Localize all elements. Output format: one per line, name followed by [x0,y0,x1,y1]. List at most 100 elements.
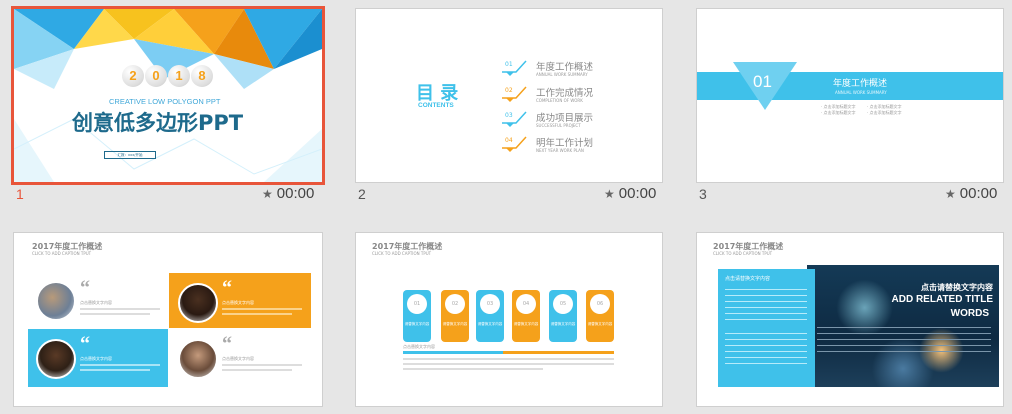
star-icon: ★ [604,187,615,201]
progress-line [403,351,503,354]
year-ball-1: 2 [122,65,144,87]
step-number: 05 [553,294,573,314]
testimonial-label: 点击替换文字内容 [80,300,112,305]
quote-icon: “ [222,277,232,299]
item-sublabel: COMPLETION OF WORK [536,98,583,103]
slide-number-1: 1 [16,186,24,202]
section-line: · 点击添加标题文字 [867,110,902,115]
slide-thumbnail-2[interactable]: 目 录 CONTENTS 01 年度工作概述 ANNUAL WORK SUMMA… [356,9,662,182]
step-card: 04 请替换文字内容 [512,290,540,342]
step-card: 02 请替换文字内容 [441,290,469,342]
slide6-subtitle: CLICK TO ADD CAPTION TPUT [713,251,773,256]
text-line [222,308,302,310]
text-line [80,313,150,315]
text-line [403,368,543,370]
slide-timing-2: ★ 00:00 [604,185,656,202]
text-line [817,339,991,341]
step-label: 请替换文字内容 [404,322,430,326]
step-number: 03 [480,294,500,314]
section-title: 年度工作概述 [833,79,888,89]
step-card: 03 请替换文字内容 [476,290,504,342]
text-line [725,339,807,341]
avatar [36,281,76,321]
year-ball-3: 1 [168,65,190,87]
item-number: 04 [505,137,513,144]
text-line [725,351,807,353]
step-label: 请替换文字内容 [587,322,613,326]
star-icon: ★ [262,187,273,201]
blue-textbox-title: 点击请替换文字内容 [725,276,771,282]
text-line [403,358,614,360]
low-polygon-background [14,9,322,182]
slide1-subtitle: CREATIVE LOW POLYGON PPT [109,97,221,106]
text-line [403,363,614,365]
item-label: 年度工作概述 [536,62,594,73]
slide-timing-1: ★ 00:00 [262,185,314,202]
avatar [36,339,76,379]
text-line [725,333,807,335]
text-line [725,345,807,347]
item-number: 02 [505,87,513,94]
avatar [178,283,218,323]
text-line [725,307,807,309]
step-label: 请替换文字内容 [513,322,539,326]
step-card: 06 请替换文字内容 [586,290,614,342]
slide-number-2: 2 [358,186,366,202]
text-line [222,313,292,315]
section-number: 01 [753,72,772,91]
section-subtitle: ANNUAL WORK SUMMARY [835,90,887,95]
year-ball-2: 0 [145,65,167,87]
text-line [725,295,807,297]
item-sublabel: NEXT YEAR WORK PLAN [536,148,584,153]
text-line [817,333,991,335]
contents-subtitle: CONTENTS [418,102,454,109]
text-line [817,345,991,347]
star-icon: ★ [945,187,956,201]
slide-thumbnail-6[interactable]: 2017年度工作概述 CLICK TO ADD CAPTION TPUT 点击请… [697,233,1003,406]
slide-thumbnail-4[interactable]: 2017年度工作概述 CLICK TO ADD CAPTION TPUT “ 点… [14,233,322,406]
slide-thumbnail-1[interactable]: 2 0 1 8 CREATIVE LOW POLYGON PPT 创意低多边形P… [14,9,322,182]
text-line [725,363,807,365]
slide4-subtitle: CLICK TO ADD CAPTION TPUT [32,251,92,256]
text-line [725,313,807,315]
slide-number-3: 3 [699,186,707,202]
photo-heading-en: ADD RELATED TITLE [891,294,993,305]
step-label: 请替换文字内容 [550,322,576,326]
text-line [725,301,807,303]
slide-timing-3: ★ 00:00 [945,185,997,202]
item-sublabel: SUCCESSFUL PROJECT [536,123,581,128]
photo-heading-en2: WORDS [950,308,989,319]
quote-icon: “ [222,333,232,355]
section-line: · 点击添加标题文字 [821,110,856,115]
testimonial-label: 点击替换文字内容 [80,356,112,361]
step-card: 05 请替换文字内容 [549,290,577,342]
quote-icon: “ [80,333,90,355]
photo-heading-cn: 点击请替换文字内容 [921,283,993,292]
text-line [80,369,150,371]
step-number: 04 [516,294,536,314]
slide-thumbnail-5[interactable]: 2017年度工作概述 CLICK TO ADD CAPTION TPUT 01 请… [356,233,662,406]
text-line [725,289,807,291]
text-line [222,369,292,371]
slide1-title: 创意低多边形PPT [72,111,244,135]
testimonial-label: 点击替换文字内容 [222,356,254,361]
slide5-subtitle: CLICK TO ADD CAPTION TPUT [372,251,432,256]
text-line [80,364,160,366]
item-label: 成功项目展示 [536,113,594,124]
avatar [178,339,218,379]
item-sublabel: ANNUAL WORK SUMMARY [536,72,588,77]
text-line [725,319,807,321]
item-label: 工作完成情况 [536,88,594,99]
text-line [222,364,302,366]
progress-line [503,351,614,354]
timing-value: 00:00 [276,185,315,202]
item-number: 03 [505,112,513,119]
text-line [80,308,160,310]
step-number: 06 [590,294,610,314]
slide1-presenter-box: 汇报：xxx/开始 [104,151,156,159]
blue-textbox [718,269,815,387]
slide-thumbnail-3[interactable]: 01 年度工作概述 ANNUAL WORK SUMMARY · 点击添加标题文字… [697,9,1003,182]
step-label: 请替换文字内容 [442,322,468,326]
item-label: 明年工作计划 [536,138,594,149]
text-line [725,357,807,359]
